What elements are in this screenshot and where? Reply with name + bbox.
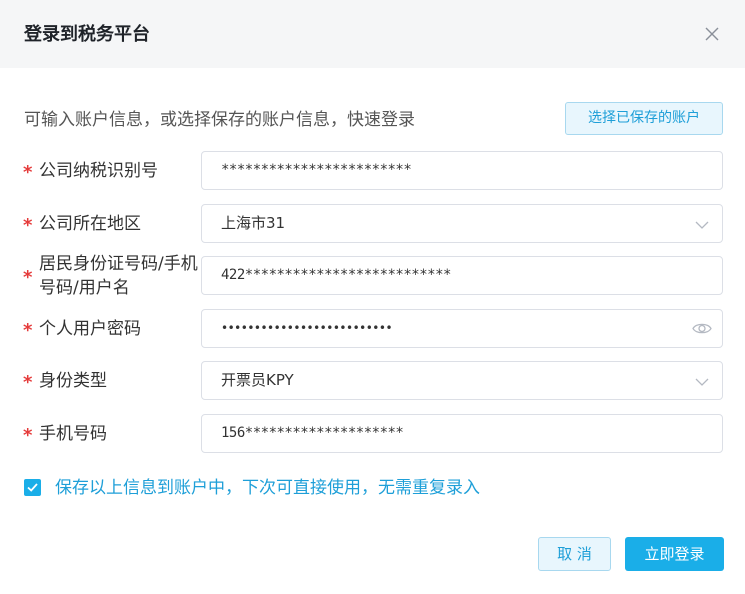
cancel-button[interactable]: 取 消 — [538, 537, 611, 571]
identity-type-value: 开票员KPY — [221, 371, 294, 389]
close-icon[interactable] — [704, 26, 720, 42]
login-dialog: 登录到税务平台 可输入账户信息，或选择保存的账户信息，快速登录 选择已保存的账户… — [0, 0, 745, 594]
required-mark: * — [23, 320, 33, 341]
checkmark-icon — [27, 483, 38, 492]
password-input[interactable]: •••••••••••••••••••••••••• — [201, 309, 723, 348]
field-label-region: 公司所在地区 — [39, 214, 141, 234]
field-label-password: 个人用户密码 — [39, 319, 141, 339]
required-mark: * — [23, 267, 33, 288]
username-input[interactable]: 422************************** — [201, 256, 723, 295]
eye-icon[interactable] — [692, 320, 712, 337]
tax-id-value: ************************ — [221, 162, 412, 178]
region-select[interactable]: 上海市31 — [201, 204, 723, 243]
region-value: 上海市31 — [221, 214, 286, 232]
password-value: •••••••••••••••••••••••••• — [221, 321, 393, 335]
save-info-checkbox[interactable] — [24, 479, 41, 496]
field-label-username: 居民身份证号码/手机号码/用户名 — [39, 254, 198, 298]
phone-input[interactable]: 156******************** — [201, 414, 723, 453]
chevron-down-icon — [695, 374, 709, 388]
save-info-label[interactable]: 保存以上信息到账户中，下次可直接使用，无需重复录入 — [55, 477, 480, 499]
required-mark: * — [23, 425, 33, 446]
required-mark: * — [23, 162, 33, 183]
login-button[interactable]: 立即登录 — [625, 537, 724, 571]
field-label-phone: 手机号码 — [39, 424, 107, 444]
required-mark: * — [23, 215, 33, 236]
dialog-header: 登录到税务平台 — [0, 0, 745, 68]
tax-id-input[interactable]: ************************ — [201, 151, 723, 190]
chevron-down-icon — [695, 217, 709, 231]
required-mark: * — [23, 372, 33, 393]
field-label-tax-id: 公司纳税识别号 — [39, 161, 158, 181]
hint-text: 可输入账户信息，或选择保存的账户信息，快速登录 — [24, 110, 415, 130]
username-value: 422************************** — [221, 267, 451, 283]
field-label-identity-type: 身份类型 — [39, 371, 107, 391]
dialog-title: 登录到税务平台 — [24, 24, 150, 45]
identity-type-select[interactable]: 开票员KPY — [201, 361, 723, 400]
select-saved-account-button[interactable]: 选择已保存的账户 — [565, 102, 723, 135]
phone-value: 156******************** — [221, 425, 404, 441]
